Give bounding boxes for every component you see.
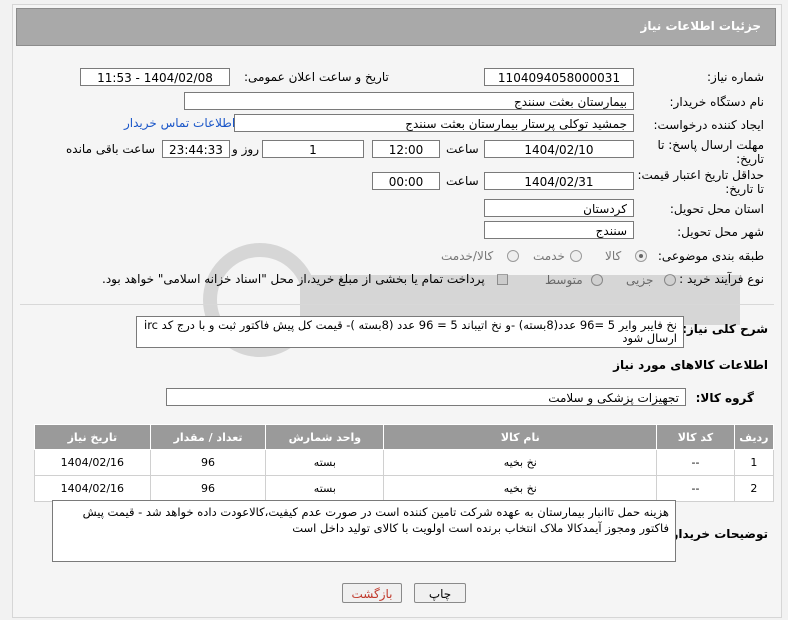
cell-code: -- — [656, 449, 735, 476]
buyer-org-field: بیمارستان بعثت سنندج — [184, 92, 634, 110]
col-row: ردیف — [733, 424, 775, 450]
city-field: سنندج — [484, 221, 634, 239]
goods-group-field: تجهیزات پزشکی و سلامت — [166, 388, 686, 406]
process-option-medium: متوسط — [545, 273, 583, 287]
table-header-row: ردیف کد کالا نام کالا واحد شمارش تعداد /… — [34, 424, 775, 450]
days-label: روز و — [232, 142, 259, 156]
announce-field: 1404/02/08 - 11:53 — [80, 68, 230, 86]
deadline-label: مهلت ارسال پاسخ: تا — [657, 138, 764, 152]
validity-time-label: ساعت — [446, 174, 479, 188]
buyer-notes-textarea[interactable]: هزینه حمل تاانبار بیمارستان به عهده شرکت… — [52, 500, 676, 562]
description-label: شرح کلی نیاز: — [682, 322, 768, 336]
table-row: 2 -- نخ بخیه بسته 96 1404/02/16 — [34, 475, 775, 502]
contact-info-link[interactable]: اطلاعات تماس خریدار — [124, 116, 235, 130]
category-radio-both[interactable] — [507, 250, 519, 262]
goods-section-title: اطلاعات کالاهای مورد نیاز — [613, 358, 768, 372]
category-option-service: خدمت — [533, 249, 565, 263]
city-label: شهر محل تحویل: — [677, 225, 764, 239]
province-field: کردستان — [484, 199, 634, 217]
cell-name: نخ بخیه — [383, 475, 658, 502]
payment-note: پرداخت تمام یا بخشی از مبلغ خرید،از محل … — [102, 272, 485, 286]
creator-label: ایجاد کننده درخواست: — [653, 118, 764, 132]
validity-label-date: تا تاریخ: — [725, 182, 764, 196]
deadline-time-field: 12:00 — [372, 140, 440, 158]
category-radio-service[interactable] — [570, 250, 582, 262]
goods-group-label: گروه کالا: — [695, 391, 754, 405]
process-option-minor: جزیی — [626, 273, 654, 287]
creator-field: جمشید توکلی پرستار بیمارستان بعثت سنندج — [234, 114, 634, 132]
buyer-notes-label: توضیحات خریدار: — [666, 527, 768, 541]
cell-date: 1404/02/16 — [34, 449, 151, 476]
goods-table: ردیف کد کالا نام کالا واحد شمارش تعداد /… — [34, 424, 775, 502]
col-unit: واحد شمارش — [265, 424, 385, 450]
process-radio-minor[interactable] — [664, 274, 676, 286]
col-code: کد کالا — [656, 424, 735, 450]
remaining-time-field: 23:44:33 — [162, 140, 230, 158]
process-radio-medium[interactable] — [591, 274, 603, 286]
back-button[interactable]: بازگشت — [342, 583, 402, 603]
validity-date-field: 1404/02/31 — [484, 172, 634, 190]
category-option-goods: کالا — [605, 249, 622, 263]
process-label: نوع فرآیند خرید : — [679, 272, 764, 286]
buyer-org-label: نام دستگاه خریدار: — [669, 95, 765, 109]
need-number-field: 1104094058000031 — [484, 68, 634, 86]
days-field: 1 — [262, 140, 364, 158]
remaining-label: ساعت باقی مانده — [66, 142, 156, 156]
cell-unit: بسته — [265, 475, 385, 502]
cell-unit: بسته — [265, 449, 385, 476]
category-option-both: کالا/خدمت — [441, 249, 494, 263]
col-qty: تعداد / مقدار — [149, 424, 267, 450]
deadline-date-field: 1404/02/10 — [484, 140, 634, 158]
announce-label: تاریخ و ساعت اعلان عمومی: — [244, 70, 389, 84]
cell-date: 1404/02/16 — [34, 475, 151, 502]
province-label: استان محل تحویل: — [669, 202, 764, 216]
category-radio-goods[interactable] — [635, 250, 647, 262]
table-row: 1 -- نخ بخیه بسته 96 1404/02/16 — [34, 449, 775, 476]
cell-qty: 96 — [149, 449, 267, 476]
treasury-checkbox[interactable] — [497, 274, 508, 285]
cell-name: نخ بخیه — [383, 449, 658, 476]
cell-row: 1 — [733, 449, 775, 476]
need-number-label: شماره نیاز: — [707, 70, 764, 84]
cell-qty: 96 — [149, 475, 267, 502]
deadline-time-label: ساعت — [446, 142, 479, 156]
validity-time-field: 00:00 — [372, 172, 440, 190]
divider — [20, 304, 774, 305]
deadline-label-date: تاریخ: — [736, 152, 764, 166]
validity-label: حداقل تاریخ اعتبار قیمت: — [637, 168, 764, 182]
cell-code: -- — [656, 475, 735, 502]
category-label: طبقه بندی موضوعی: — [657, 249, 764, 263]
description-textarea[interactable]: نخ فایبر وایر 5 =96 عدد(8بسته) -و نخ اتی… — [136, 316, 684, 348]
cell-row: 2 — [733, 475, 775, 502]
print-button[interactable]: چاپ — [414, 583, 466, 603]
page-header: جزئیات اطلاعات نیاز — [16, 8, 776, 46]
col-date: تاریخ نیاز — [34, 424, 151, 450]
page-title: جزئیات اطلاعات نیاز — [640, 19, 761, 33]
col-name: نام کالا — [383, 424, 658, 450]
